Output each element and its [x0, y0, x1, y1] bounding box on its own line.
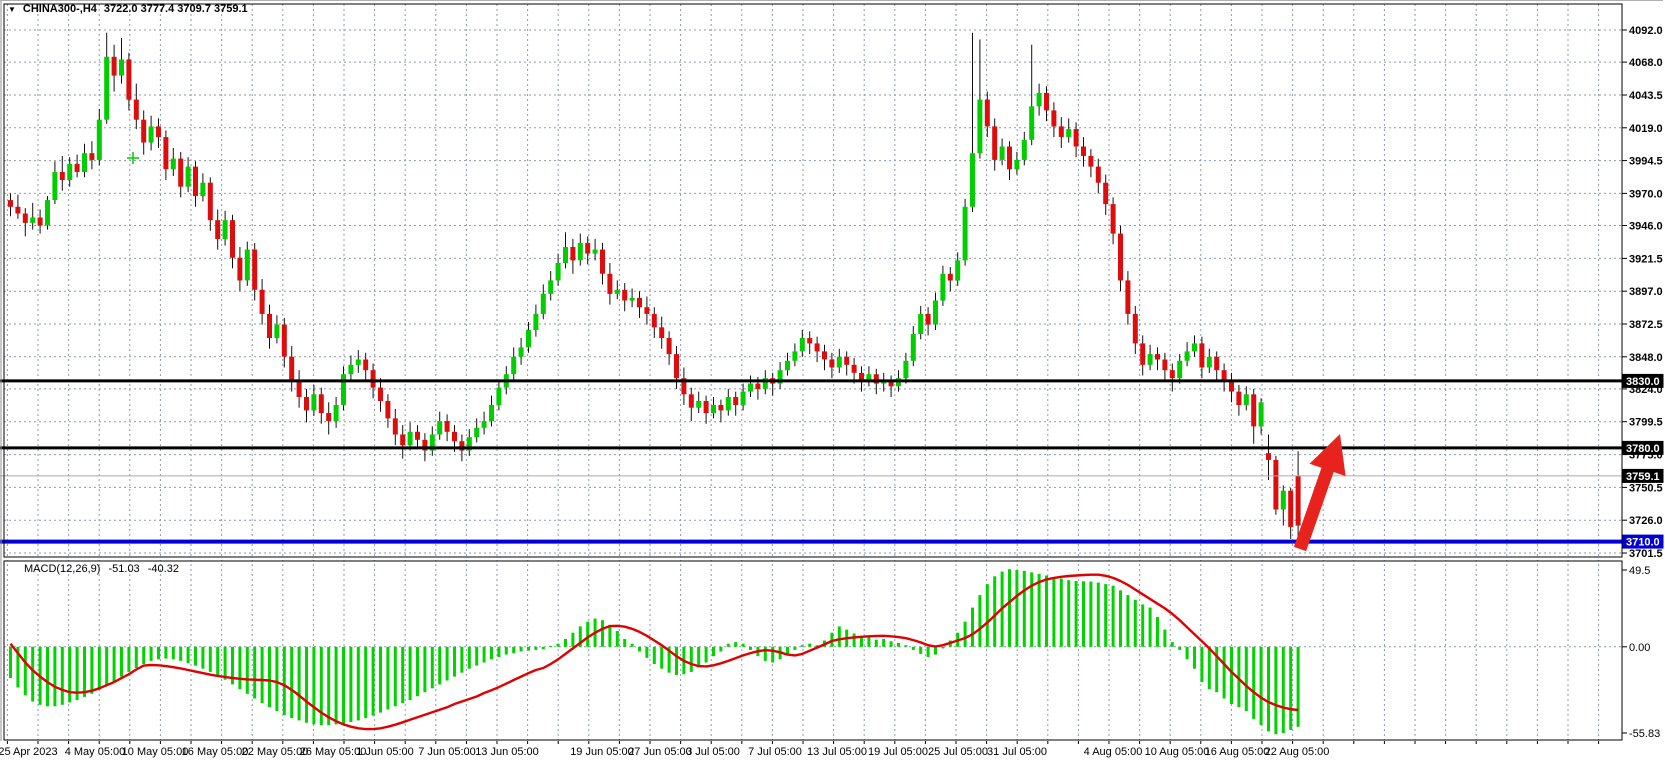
time-tick-label: 7 Jul 05:00	[748, 746, 802, 758]
svg-text:3830.0: 3830.0	[1626, 376, 1660, 388]
time-tick-label: 13 Jun 05:00	[475, 746, 539, 758]
time-tick-label: 1 Jun 05:00	[356, 746, 414, 758]
price-tag-current: 3759.1	[1623, 469, 1664, 483]
price-tag-resistance-1: 3830.0	[1623, 374, 1664, 388]
up-arrow-annotation[interactable]	[1294, 434, 1346, 551]
time-tick-label: 25 Apr 2023	[0, 746, 58, 758]
macd-name: MACD(12,26,9)	[24, 563, 100, 575]
time-tick-label: 3 Jul 05:00	[686, 746, 740, 758]
bar-ohlc-label: 3722.0 3777.4 3709.7 3759.1	[104, 3, 248, 15]
time-tick-label: 27 Jun 05:00	[628, 746, 692, 758]
main-panel-border	[4, 4, 1622, 557]
price-tick-label: 3848.0	[1629, 352, 1663, 364]
price-tick-label: 3701.5	[1629, 548, 1663, 560]
svg-text:3710.0: 3710.0	[1626, 537, 1660, 549]
symbol-period-label: CHINA300-,H4	[23, 3, 97, 15]
price-tag-resistance-2: 3780.0	[1623, 441, 1664, 455]
chart-title: ▼ CHINA300-,H4 3722.0 3777.4 3709.7 3759…	[8, 3, 248, 15]
time-tick-label: 22 Aug 05:00	[1265, 746, 1330, 758]
time-tick-label: 19 Jun 05:00	[570, 746, 634, 758]
price-tick-label: 3726.0	[1629, 515, 1663, 527]
price-gridlines	[4, 30, 1622, 647]
time-tick-label: 16 Aug 05:00	[1205, 746, 1270, 758]
time-tick-label: 31 Jul 05:00	[987, 746, 1047, 758]
macd-signal-value: -40.32	[148, 563, 179, 575]
macd-scale-label: 0.00	[1629, 642, 1650, 654]
macd-indicator-label: MACD(12,26,9) -51.03 -40.32	[24, 563, 184, 575]
time-tick-label: 16 May 05:00	[182, 746, 249, 758]
svg-text:3759.1: 3759.1	[1626, 471, 1660, 483]
time-tick-label: 4 May 05:00	[65, 746, 126, 758]
price-tick-label: 3946.0	[1629, 221, 1663, 233]
macd-scale-label: 49.5	[1629, 565, 1650, 577]
symbol-dropdown-icon[interactable]: ▼	[8, 4, 16, 15]
time-tick-label: 19 Jul 05:00	[868, 746, 928, 758]
price-tick-label: 3799.5	[1629, 417, 1663, 429]
price-tick-label: 3921.5	[1629, 253, 1663, 265]
time-tick-label: 10 Aug 05:00	[1145, 746, 1210, 758]
time-tick-label: 25 Jul 05:00	[928, 746, 988, 758]
time-tick-label: 7 Jun 05:00	[418, 746, 476, 758]
price-tick-label: 3970.0	[1629, 188, 1663, 200]
mt4-chart-window: 4092.0 4068.0 4043.5 4019.0 3994.5 3970.0 3946…	[0, 0, 1665, 765]
time-tick-label: 13 Jul 05:00	[807, 746, 867, 758]
time-tick-label: 4 Aug 05:00	[1084, 746, 1143, 758]
price-tick-label: 3872.5	[1629, 319, 1663, 331]
time-axis: 25 Apr 2023 4 May 05:0010 May 05:0016 May…	[0, 741, 1599, 758]
panel-splitter[interactable]	[4, 558, 1622, 560]
macd-scale-label: -55.83	[1629, 728, 1660, 740]
time-tick-label: 22 May 05:00	[242, 746, 309, 758]
price-tick-label: 4068.0	[1629, 57, 1663, 69]
macd-axis: 49.5 0.00 -55.83	[1622, 565, 1660, 740]
crosshair-marker	[127, 152, 139, 164]
macd-histogram	[9, 569, 1300, 734]
vertical-gridlines	[7, 4, 1598, 740]
time-tick-label: 10 May 05:00	[122, 746, 189, 758]
price-tick-label: 4019.0	[1629, 123, 1663, 135]
macd-main-value: -51.03	[108, 563, 139, 575]
price-tick-label: 3750.5	[1629, 482, 1663, 494]
svg-text:3780.0: 3780.0	[1626, 443, 1660, 455]
price-tick-label: 4092.0	[1629, 25, 1663, 37]
price-tick-label: 3994.5	[1629, 156, 1663, 168]
candlesticks	[8, 33, 1301, 542]
price-tick-label: 3897.0	[1629, 286, 1663, 298]
chart-canvas[interactable]: 4092.0 4068.0 4043.5 4019.0 3994.5 3970.0 3946…	[0, 0, 1665, 765]
price-tick-label: 4043.5	[1629, 90, 1663, 102]
price-tag-support: 3710.0	[1623, 535, 1664, 549]
